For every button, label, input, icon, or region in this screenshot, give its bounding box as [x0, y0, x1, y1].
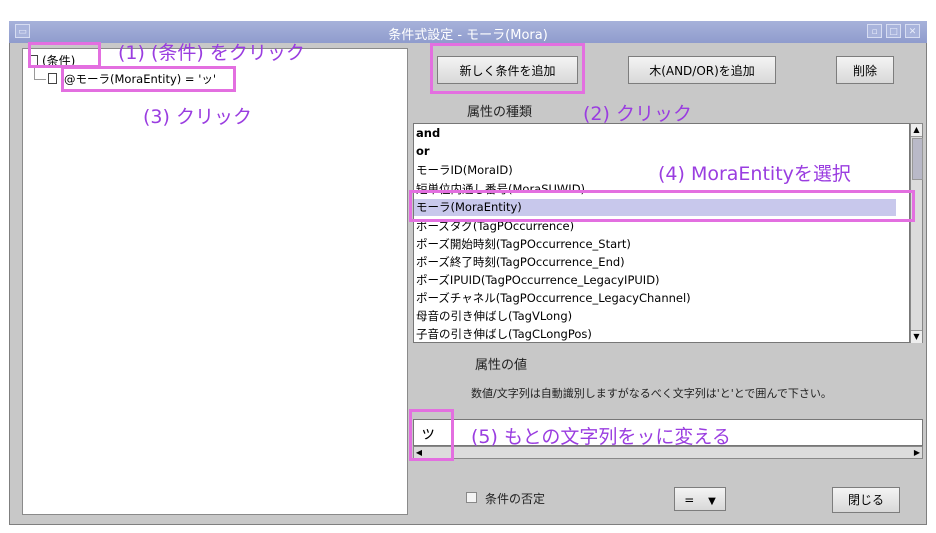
operator-select[interactable]: = ▼: [674, 487, 726, 511]
scroll-thumb[interactable]: [912, 138, 923, 180]
operator-value: =: [684, 493, 695, 507]
highlight-tree-root: [28, 42, 101, 68]
list-item[interactable]: ポーズ開始時刻(TagPOccurrence_Start): [416, 236, 631, 253]
scroll-right-icon[interactable]: ▶: [912, 447, 922, 458]
attribute-value-label: 属性の値: [475, 358, 528, 373]
scroll-down-icon[interactable]: ▼: [911, 330, 922, 343]
close-button[interactable]: 閉じる: [832, 487, 900, 513]
list-item[interactable]: 子音の引き伸ばし(TagCLongPos): [416, 326, 592, 342]
scroll-up-icon[interactable]: ▲: [911, 124, 922, 137]
document-icon: [48, 73, 57, 84]
list-item[interactable]: ポーズ終了時刻(TagPOccurrence_End): [416, 254, 625, 271]
maximize-icon: □: [889, 27, 898, 37]
attribute-type-label: 属性の種類: [467, 105, 533, 120]
annotation-step2: (2) クリック: [583, 103, 692, 125]
negate-checkbox[interactable]: [466, 492, 477, 503]
annotation-step4: (4) MoraEntityを選択: [658, 163, 851, 185]
close-window-button[interactable]: ✕: [905, 24, 920, 38]
highlight-tree-child: [61, 66, 236, 92]
annotation-step1: (1) (条件) をクリック: [118, 42, 305, 64]
maximize-button[interactable]: □: [886, 24, 901, 38]
list-item[interactable]: and: [416, 125, 440, 142]
list-item[interactable]: or: [416, 143, 430, 160]
minimize-icon: ▫: [871, 27, 878, 37]
list-item[interactable]: ポーズチャネル(TagPOccurrence_LegacyChannel): [416, 290, 691, 307]
highlight-add-button: [430, 43, 585, 94]
list-item[interactable]: モーラID(MoraID): [416, 162, 513, 179]
annotation-step3: (3) クリック: [143, 106, 252, 128]
list-item[interactable]: ポーズIPUID(TagPOccurrence_LegacyIPUID): [416, 272, 660, 289]
close-icon: ✕: [908, 27, 917, 37]
list-scrollbar[interactable]: ▲ ▼: [910, 123, 923, 343]
annotation-step5: (5) もとの文字列をッに変える: [471, 426, 731, 448]
highlight-value-field: [409, 409, 454, 461]
list-item[interactable]: 母音の引き伸ばし(TagVLong): [416, 308, 572, 325]
chevron-down-icon: ▼: [708, 496, 716, 507]
add-tree-button[interactable]: 木(AND/OR)を追加: [628, 56, 776, 84]
attribute-type-list[interactable]: and or モーラID(MoraID) 短単位内通し番号(MoraSUWID)…: [413, 123, 910, 343]
tree-line: [34, 79, 46, 80]
attribute-value-hint: 数値/文字列は自動識別しますがなるべく文字列は'と'とで囲んで下さい。: [471, 387, 832, 400]
highlight-selected-item: [409, 190, 915, 222]
tree-line: [34, 67, 35, 79]
delete-button[interactable]: 削除: [836, 56, 894, 84]
negate-label: 条件の否定: [485, 492, 546, 506]
minimize-button[interactable]: ▫: [867, 24, 882, 38]
